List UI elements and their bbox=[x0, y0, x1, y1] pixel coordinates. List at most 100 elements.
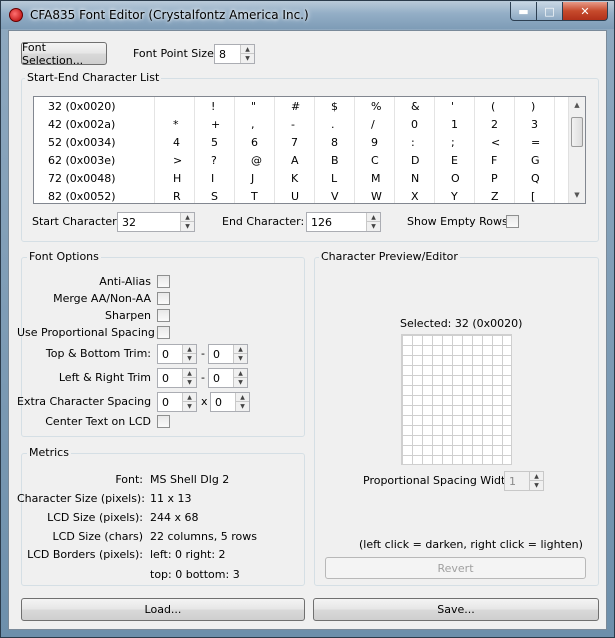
char-cell[interactable]: D bbox=[411, 154, 419, 167]
extra-spacing-spinner-a[interactable]: 0 ▲ ▼ bbox=[157, 392, 197, 412]
char-cell[interactable]: + bbox=[211, 118, 220, 131]
minimize-button[interactable]: ▬ bbox=[510, 2, 537, 21]
load-button[interactable]: Load... bbox=[21, 598, 305, 621]
spin-up-icon[interactable]: ▲ bbox=[234, 369, 247, 378]
spin-up-icon[interactable]: ▲ bbox=[183, 393, 196, 402]
char-list-row[interactable]: 72 (0x0048) H I J K L M N O P Q bbox=[34, 169, 569, 187]
char-list-row[interactable]: 52 (0x0034) 4 5 6 7 8 9:; < = bbox=[34, 133, 569, 151]
spin-down-icon[interactable]: ▼ bbox=[367, 222, 380, 231]
char-cell[interactable]: @ bbox=[251, 154, 262, 167]
char-code-cell[interactable]: 82 (0x0052) bbox=[48, 190, 116, 203]
top-trim-spinner[interactable]: 0 ▲ ▼ bbox=[157, 344, 197, 364]
char-cell[interactable]: 5 bbox=[211, 136, 218, 149]
char-cell[interactable]: ! bbox=[211, 100, 215, 113]
char-cell[interactable]: / bbox=[371, 118, 375, 131]
bottom-trim-spinner[interactable]: 0 ▲ ▼ bbox=[208, 344, 248, 364]
revert-button[interactable]: Revert bbox=[325, 557, 586, 579]
char-cell[interactable]: Y bbox=[451, 190, 458, 203]
anti-alias-checkbox[interactable] bbox=[157, 275, 170, 288]
char-cell[interactable]: 0 bbox=[411, 118, 418, 131]
char-cell[interactable]: O bbox=[451, 172, 460, 185]
char-cell[interactable]: 9 bbox=[371, 136, 378, 149]
char-cell[interactable]: L bbox=[331, 172, 337, 185]
char-cell[interactable]: 4 bbox=[173, 136, 180, 149]
char-cell[interactable]: B bbox=[331, 154, 339, 167]
char-cell[interactable]: A bbox=[291, 154, 299, 167]
left-trim-spinner[interactable]: 0 ▲ ▼ bbox=[157, 368, 197, 388]
start-character-spinner[interactable]: 32 ▲ ▼ bbox=[117, 212, 195, 232]
spin-down-icon[interactable]: ▼ bbox=[183, 378, 196, 387]
char-cell[interactable]: 1 bbox=[451, 118, 458, 131]
spin-up-icon[interactable]: ▲ bbox=[241, 45, 254, 54]
proportional-spacing-checkbox[interactable] bbox=[157, 326, 170, 339]
char-cell[interactable]: Q bbox=[531, 172, 540, 185]
char-cell[interactable]: F bbox=[491, 154, 497, 167]
char-cell[interactable]: I bbox=[211, 172, 214, 185]
spin-up-icon[interactable]: ▲ bbox=[183, 369, 196, 378]
char-cell[interactable]: E bbox=[451, 154, 458, 167]
scroll-thumb[interactable] bbox=[571, 117, 583, 147]
char-cell[interactable]: 2 bbox=[491, 118, 498, 131]
close-button[interactable]: ✕ bbox=[563, 2, 608, 21]
char-cell[interactable]: & bbox=[411, 100, 420, 113]
end-character-spinner[interactable]: 126 ▲ ▼ bbox=[306, 212, 381, 232]
char-cell[interactable]: > bbox=[173, 154, 182, 167]
prop-width-spinner[interactable]: 1 ▲ ▼ bbox=[504, 471, 544, 491]
char-cell[interactable]: $ bbox=[331, 100, 338, 113]
char-cell[interactable]: - bbox=[291, 118, 295, 131]
char-cell[interactable]: ; bbox=[451, 136, 455, 149]
char-cell[interactable]: N bbox=[411, 172, 419, 185]
char-cell[interactable]: V bbox=[331, 190, 339, 203]
char-cell[interactable]: [ bbox=[531, 190, 535, 203]
char-cell[interactable]: * bbox=[173, 118, 179, 131]
spin-up-icon[interactable]: ▲ bbox=[183, 345, 196, 354]
char-list-scrollbar[interactable]: ▲ ▼ bbox=[568, 97, 585, 203]
character-pixel-grid[interactable] bbox=[401, 334, 512, 465]
char-cell[interactable]: ) bbox=[531, 100, 535, 113]
character-list[interactable]: ▲ ▼ 32 (0x0020)! " # $% & ' () 42 (0x002a) * +, -.… bbox=[33, 96, 586, 204]
center-text-checkbox[interactable] bbox=[157, 415, 170, 428]
char-cell[interactable]: H bbox=[173, 172, 181, 185]
merge-aa-checkbox[interactable] bbox=[157, 292, 170, 305]
char-cell[interactable]: # bbox=[291, 100, 300, 113]
char-cell[interactable]: : bbox=[411, 136, 415, 149]
title-bar[interactable]: CFA835 Font Editor (Crystalfontz America… bbox=[1, 1, 614, 29]
spin-up-icon[interactable]: ▲ bbox=[367, 213, 380, 222]
char-cell[interactable]: ( bbox=[491, 100, 495, 113]
char-cell[interactable]: C bbox=[371, 154, 379, 167]
char-code-cell[interactable]: 42 (0x002a) bbox=[48, 118, 115, 131]
spin-down-icon[interactable]: ▼ bbox=[530, 481, 543, 490]
spin-down-icon[interactable]: ▼ bbox=[183, 402, 196, 411]
spin-down-icon[interactable]: ▼ bbox=[241, 54, 254, 63]
char-cell[interactable]: T bbox=[251, 190, 258, 203]
spin-up-icon[interactable]: ▲ bbox=[234, 345, 247, 354]
char-code-cell[interactable]: 62 (0x003e) bbox=[48, 154, 115, 167]
char-code-cell[interactable]: 32 (0x0020) bbox=[48, 100, 116, 113]
spin-down-icon[interactable]: ▼ bbox=[181, 222, 194, 231]
char-cell[interactable]: , bbox=[251, 118, 255, 131]
scroll-up-icon[interactable]: ▲ bbox=[569, 97, 585, 113]
char-cell[interactable]: % bbox=[371, 100, 381, 113]
char-cell[interactable]: R bbox=[173, 190, 181, 203]
show-empty-rows-checkbox[interactable] bbox=[506, 215, 519, 228]
char-cell[interactable]: " bbox=[251, 100, 256, 113]
char-list-row[interactable]: 32 (0x0020)! " # $% & ' () bbox=[34, 97, 569, 115]
char-cell[interactable]: J bbox=[251, 172, 254, 185]
char-cell[interactable]: M bbox=[371, 172, 381, 185]
char-cell[interactable]: = bbox=[531, 136, 540, 149]
char-cell[interactable]: ? bbox=[211, 154, 217, 167]
spin-down-icon[interactable]: ▼ bbox=[183, 354, 196, 363]
char-cell[interactable]: . bbox=[331, 118, 335, 131]
char-list-row[interactable]: 42 (0x002a) * +, -. / 0 1 2 3 bbox=[34, 115, 569, 133]
char-code-cell[interactable]: 52 (0x0034) bbox=[48, 136, 116, 149]
char-cell[interactable]: X bbox=[411, 190, 419, 203]
spin-down-icon[interactable]: ▼ bbox=[236, 402, 249, 411]
char-code-cell[interactable]: 72 (0x0048) bbox=[48, 172, 116, 185]
char-cell[interactable]: S bbox=[211, 190, 218, 203]
spin-up-icon[interactable]: ▲ bbox=[236, 393, 249, 402]
spin-up-icon[interactable]: ▲ bbox=[181, 213, 194, 222]
sharpen-checkbox[interactable] bbox=[157, 309, 170, 322]
char-cell[interactable]: G bbox=[531, 154, 540, 167]
font-selection-button[interactable]: Font Selection... bbox=[21, 41, 107, 67]
spin-down-icon[interactable]: ▼ bbox=[234, 378, 247, 387]
